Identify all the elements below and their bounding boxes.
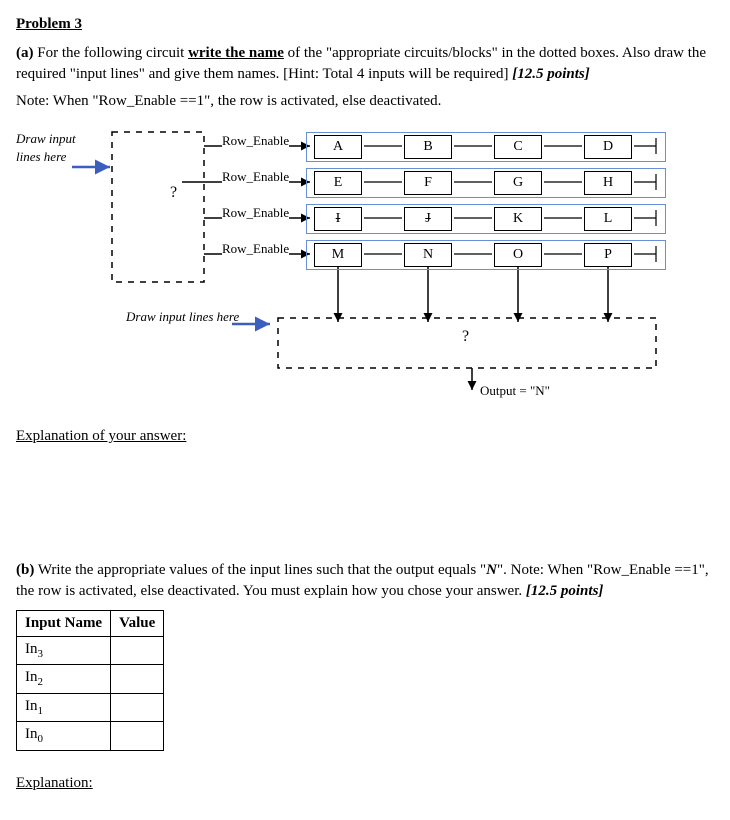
table-row: In2 (17, 665, 164, 693)
part-b-label: (b) (16, 562, 34, 578)
part-a-writename: write the name (188, 45, 284, 61)
qmark-left: ? (170, 182, 177, 204)
part-b-prompt: (b) Write the appropriate values of the … (16, 560, 714, 602)
in1-label: In1 (17, 693, 111, 721)
table-header-inputname: Input Name (17, 611, 111, 637)
in3-value (111, 637, 164, 665)
circuit-diagram: A B C D E F G H I J K L M N O P Row_Enab… (16, 122, 696, 412)
explanation-b-heading: Explanation: (16, 775, 93, 791)
cell-A: A (314, 135, 362, 159)
part-a-text-before: For the following circuit (37, 45, 188, 61)
table-row: In3 (17, 637, 164, 665)
output-label: Output = "N" (480, 382, 550, 400)
cell-G: G (494, 171, 542, 195)
cell-D: D (584, 135, 632, 159)
cell-K: K (494, 207, 542, 231)
part-b-text-main: Write the appropriate values of the inpu… (38, 562, 486, 578)
in1-value (111, 693, 164, 721)
table-row: In0 (17, 722, 164, 750)
draw-input-left: Draw input lines here (16, 130, 96, 166)
part-a-prompt: (a) For the following circuit write the … (16, 43, 714, 85)
row-enable-label-2: Row_Enable (222, 168, 289, 186)
in0-label: In0 (17, 722, 111, 750)
part-a-label: (a) (16, 45, 34, 61)
cell-L: L (584, 207, 632, 231)
cell-N: N (404, 243, 452, 267)
row-enable-label-4: Row_Enable (222, 240, 289, 258)
cell-F: F (404, 171, 452, 195)
in3-label: In3 (17, 637, 111, 665)
in2-label: In2 (17, 665, 111, 693)
cell-M: M (314, 243, 362, 267)
in2-value (111, 665, 164, 693)
cell-J: J (404, 207, 452, 231)
cell-H: H (584, 171, 632, 195)
cell-B: B (404, 135, 452, 159)
cell-E: E (314, 171, 362, 195)
part-b-points: [12.5 points] (526, 583, 604, 599)
explanation-a-heading: Explanation of your answer: (16, 428, 186, 444)
row-enable-label-3: Row_Enable (222, 204, 289, 222)
cell-I: I (314, 207, 362, 231)
part-a-points: [12.5 points] (512, 66, 590, 82)
row-enable-label-1: Row_Enable (222, 132, 289, 150)
draw-input-bottom: Draw input lines here (126, 308, 239, 326)
cell-P: P (584, 243, 632, 267)
cell-O: O (494, 243, 542, 267)
qmark-bottom: ? (462, 326, 469, 348)
diagram-svg (16, 122, 696, 412)
cell-C: C (494, 135, 542, 159)
in0-value (111, 722, 164, 750)
part-b-target: N (486, 562, 497, 578)
part-a-note: Note: When "Row_Enable ==1", the row is … (16, 91, 714, 112)
input-table: Input Name Value In3 In2 In1 In0 (16, 610, 164, 751)
table-row: In1 (17, 693, 164, 721)
table-header-value: Value (111, 611, 164, 637)
problem-title: Problem 3 (16, 14, 714, 35)
